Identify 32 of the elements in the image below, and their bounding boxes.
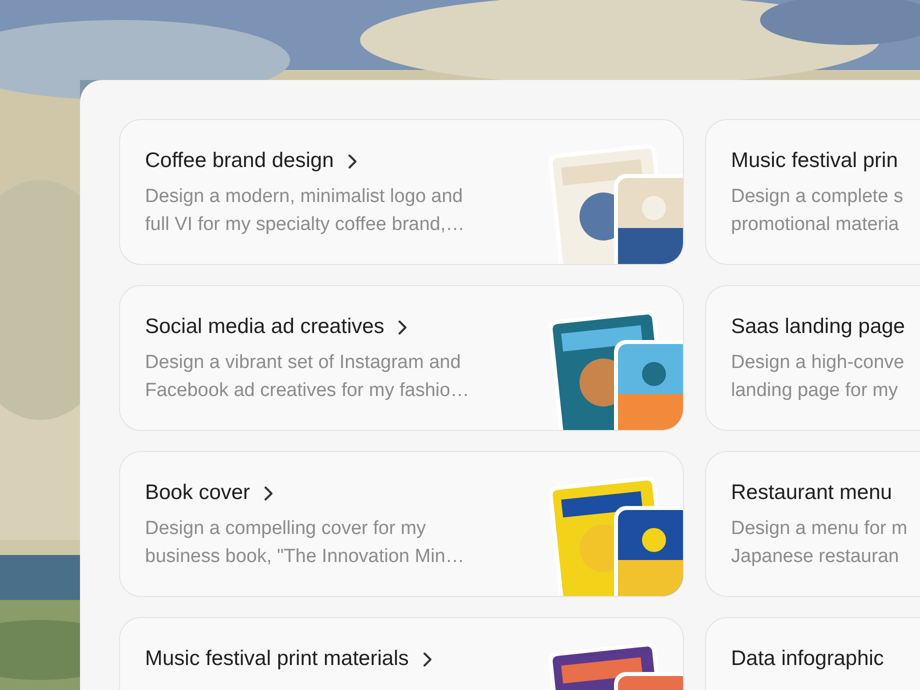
card-description: business book, "The Innovation Min… [145, 545, 466, 569]
chevron-right-icon [348, 154, 357, 168]
card-description: Design a compelling cover for my [145, 517, 427, 541]
card-title: Music festival print materials [145, 646, 409, 672]
template-card[interactable]: Restaurant menu Design a menu for m Japanese restauran [705, 451, 920, 597]
template-card[interactable]: Saas landing page Design a high-conve landing page for my [705, 285, 920, 431]
card-title: Music festival prin [731, 148, 898, 174]
template-card[interactable]: Music festival prin Design a complete s promotional materia [705, 119, 920, 265]
card-description: Facebook ad creatives for my fashio… [145, 379, 470, 403]
card-description: Design a high-conve [731, 351, 905, 375]
card-title: Data infographic [731, 646, 884, 672]
template-card[interactable]: Social media ad creatives Design a vibrant set of Instagram and Facebook ad creatives for my fashio… [119, 285, 684, 431]
card-title: Restaurant menu [731, 480, 892, 506]
template-card[interactable]: Data infographic [705, 617, 920, 690]
card-description: Design a complete s [731, 185, 904, 209]
card-description: Design a menu for m [731, 517, 908, 541]
template-card[interactable]: Music festival print materials [119, 617, 684, 690]
chevron-right-icon [422, 652, 432, 666]
card-description: Design a modern, minimalist logo and [145, 185, 464, 209]
card-title: Book cover [145, 480, 250, 506]
card-description: promotional materia [731, 213, 900, 237]
card-title: Saas landing page [731, 314, 905, 340]
card-title: Social media ad creatives [145, 314, 384, 340]
card-description: full VI for my specialty coffee brand,… [145, 213, 466, 237]
card-title: Coffee brand design [145, 148, 334, 174]
template-card[interactable]: Book cover Design a compelling cover for my business book, "The Innovation Min… [119, 451, 684, 597]
card-description: Design a vibrant set of Instagram and [145, 351, 462, 375]
chevron-right-icon [398, 320, 408, 334]
card-description: landing page for my [731, 379, 899, 403]
template-card[interactable]: Coffee brand design Design a modern, minimalist logo and full VI for my specialty coffee brand,… [119, 119, 684, 265]
chevron-right-icon [264, 486, 274, 500]
card-description: Japanese restauran [731, 545, 900, 569]
